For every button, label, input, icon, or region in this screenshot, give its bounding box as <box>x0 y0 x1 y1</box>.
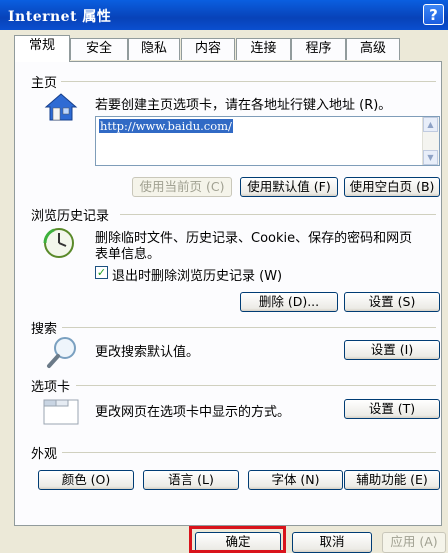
homepage-url-value: http://www.baidu.com/ <box>99 119 233 133</box>
window-title: Internet 属性 <box>8 9 112 25</box>
title-bar[interactable]: Internet 属性 ? <box>0 0 448 30</box>
appearance-divider <box>62 452 436 453</box>
tabs-settings-button[interactable]: 设置 (T) <box>344 399 440 419</box>
search-description: 更改搜索默认值。 <box>95 345 200 360</box>
homepage-instruction: 若要创建主页选项卡，请在各地址行键入地址 (R)。 <box>95 98 392 113</box>
tab-security[interactable]: 安全 <box>70 38 128 60</box>
fonts-button[interactable]: 字体 (N) <box>248 470 343 490</box>
history-description-line2: 表单信息。 <box>95 247 161 262</box>
delete-on-exit-label[interactable]: 退出时删除浏览历史记录 (W) <box>112 265 282 284</box>
help-button[interactable]: ? <box>423 4 444 25</box>
history-clock-icon <box>42 226 76 260</box>
appearance-section-title: 外观 <box>31 443 62 462</box>
magnifier-icon <box>46 335 78 369</box>
scroll-down-icon[interactable]: ▼ <box>423 150 438 165</box>
search-settings-button[interactable]: 设置 (I) <box>344 340 440 360</box>
tab-connections[interactable]: 连接 <box>236 38 291 60</box>
tab-programs[interactable]: 程序 <box>291 38 346 60</box>
delete-history-button[interactable]: 删除 (D)... <box>240 292 338 312</box>
url-scrollbar[interactable]: ▲ ▼ <box>422 117 439 165</box>
delete-on-exit-checkbox[interactable]: ✓ <box>95 266 108 279</box>
search-section-title: 搜索 <box>31 318 62 337</box>
history-section-title: 浏览历史记录 <box>31 205 114 224</box>
ok-button-highlight <box>189 526 286 553</box>
languages-button[interactable]: 语言 (L) <box>143 470 239 490</box>
apply-button[interactable]: 应用 (A) <box>382 532 446 553</box>
tab-general[interactable]: 常规 <box>14 35 70 62</box>
scroll-up-icon[interactable]: ▲ <box>423 117 438 132</box>
tabs-description: 更改网页在选项卡中显示的方式。 <box>95 405 291 420</box>
history-settings-button[interactable]: 设置 (S) <box>344 292 440 312</box>
search-divider <box>62 327 436 328</box>
use-default-button[interactable]: 使用默认值 (F) <box>240 177 338 197</box>
tabs-divider <box>76 385 436 386</box>
accessibility-button[interactable]: 辅助功能 (E) <box>344 470 440 490</box>
homepage-url-input[interactable]: http://www.baidu.com/ ▲ ▼ <box>95 116 440 166</box>
colors-button[interactable]: 颜色 (O) <box>38 470 134 490</box>
history-divider <box>120 214 436 215</box>
use-current-button[interactable]: 使用当前页 (C) <box>132 177 232 197</box>
tabs-icon <box>42 396 80 426</box>
use-blank-button[interactable]: 使用空白页 (B) <box>344 177 440 197</box>
tab-content[interactable]: 内容 <box>181 38 235 60</box>
cancel-button[interactable]: 取消 <box>292 532 372 553</box>
home-icon <box>44 92 78 122</box>
tab-privacy[interactable]: 隐私 <box>128 38 180 60</box>
homepage-section-title: 主页 <box>31 72 62 91</box>
tab-advanced[interactable]: 高级 <box>346 38 400 60</box>
tabs-section-title: 选项卡 <box>31 376 75 395</box>
homepage-divider <box>40 81 436 82</box>
